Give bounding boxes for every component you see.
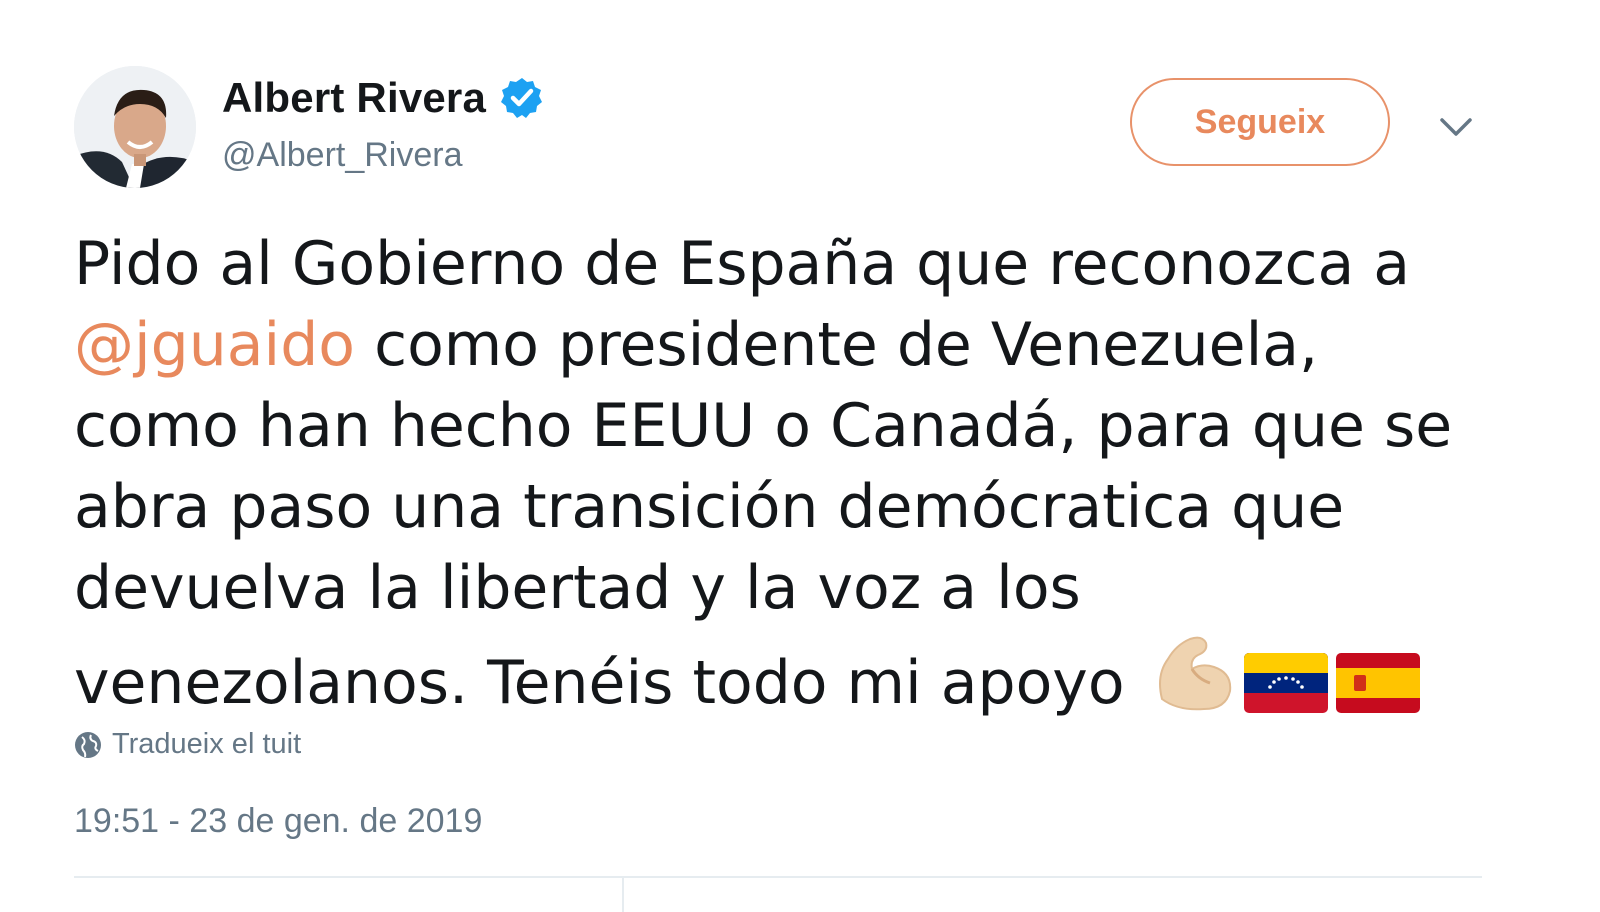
author-display-name[interactable]: Albert Rivera [222, 74, 486, 122]
avatar-photo [74, 66, 196, 188]
venezuela-flag-icon [1243, 653, 1328, 713]
tweet-text: Pido al Gobierno de España que reconozca… [74, 224, 1514, 724]
tweet-line: abra paso una transición demócratica que [74, 472, 1345, 542]
divider [622, 878, 624, 912]
follow-button[interactable]: Segueix [1130, 78, 1390, 166]
tweet-line: venezolanos. Tenéis todo mi apoyo [74, 629, 1514, 724]
verified-badge-icon [501, 78, 543, 118]
tweet-line: devuelva la libertad y la voz a los [74, 553, 1081, 623]
tweet-line: Pido al Gobierno de España que reconozca… [74, 229, 1411, 299]
author-name-row: Albert Rivera [222, 74, 544, 122]
divider [74, 876, 1482, 878]
tweet-line: @jguaido como presidente de Venezuela, [74, 305, 1514, 386]
mention-link[interactable]: @jguaido [74, 310, 355, 380]
avatar[interactable] [74, 66, 196, 188]
author-handle[interactable]: @Albert_Rivera [222, 136, 463, 175]
globe-icon [75, 731, 101, 758]
tweet-line-text: como presidente de Venezuela, [355, 310, 1319, 380]
tweet-line-text: venezolanos. Tenéis todo mi apoyo [74, 648, 1144, 718]
spain-flag-icon [1335, 653, 1420, 713]
tweet-timestamp[interactable]: 19:51 - 23 de gen. de 2019 [74, 802, 482, 841]
translate-tweet-link[interactable]: Tradueix el tuit [74, 728, 301, 761]
tweet-line: como han hecho EEUU o Canadá, para que s… [74, 391, 1453, 461]
chevron-down-icon[interactable] [1436, 112, 1476, 142]
translate-label: Tradueix el tuit [112, 728, 302, 760]
flexed-biceps-icon [1158, 636, 1231, 711]
tweet-card: Albert Rivera @Albert_Rivera Segueix Pid… [0, 0, 1600, 912]
